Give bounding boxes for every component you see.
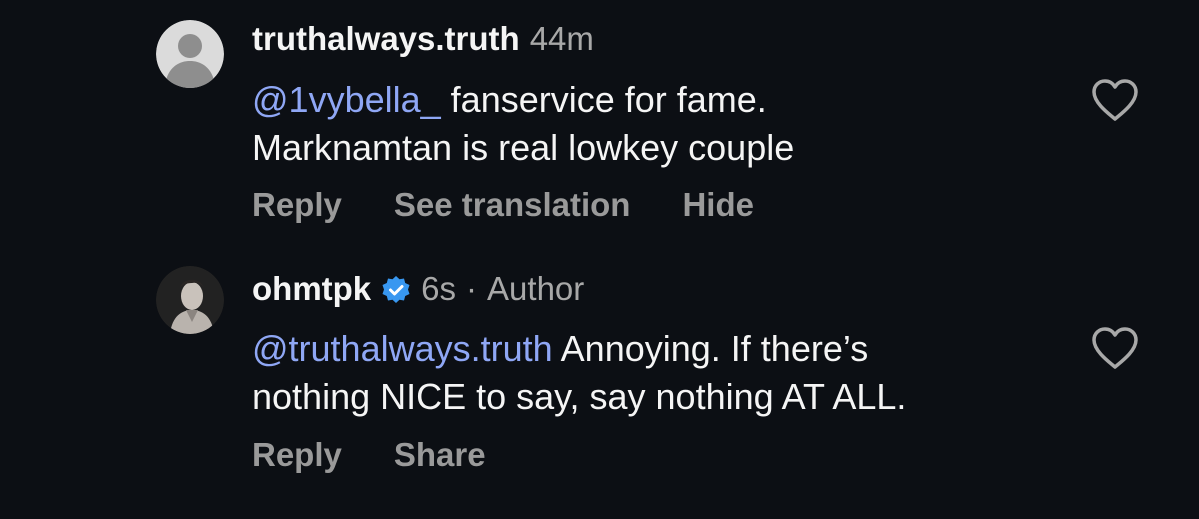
mention-link[interactable]: @truthalways.truth — [252, 328, 553, 369]
timestamp: 6s — [421, 270, 457, 307]
comment: ohmtpk 6s · Author @truthalways.truth An… — [0, 250, 1199, 519]
hide-button[interactable]: Hide — [682, 186, 754, 224]
share-button[interactable]: Share — [394, 436, 486, 474]
username[interactable]: ohmtpk — [252, 269, 371, 309]
author-label: Author — [487, 270, 585, 307]
comment-header: ohmtpk 6s · Author — [252, 269, 584, 309]
reply-button[interactable]: Reply — [252, 186, 342, 224]
reply-button[interactable]: Reply — [252, 436, 342, 474]
heart-outline-icon — [1092, 79, 1138, 121]
comment-text: @1vybella_ fanservice for fame. Marknamt… — [252, 76, 1072, 172]
avatar[interactable] — [156, 266, 224, 334]
username[interactable]: truthalways.truth — [252, 19, 520, 59]
comment-text-line1: fanservice for fame. — [450, 79, 767, 120]
comment-text: @truthalways.truth Annoying. If there’s … — [252, 325, 1072, 421]
comment-header: truthalways.truth 44m — [252, 19, 594, 59]
separator: · — [466, 270, 478, 307]
timestamp: 44m — [529, 20, 594, 57]
mention-link[interactable]: @1vybella_ — [252, 79, 441, 120]
see-translation-button[interactable]: See translation — [394, 186, 631, 224]
like-button[interactable] — [1090, 326, 1140, 370]
comment-text-line2: Marknamtan is real lowkey couple — [252, 127, 795, 168]
comment-actions: Reply Share — [252, 436, 538, 474]
comment-text-line1: Annoying. If there’s — [560, 328, 869, 369]
default-avatar-icon — [156, 20, 224, 88]
profile-photo — [156, 266, 224, 334]
avatar[interactable] — [156, 20, 224, 88]
comment-text-line2: nothing NICE to say, say nothing AT ALL. — [252, 376, 907, 417]
comment-actions: Reply See translation Hide — [252, 186, 806, 224]
heart-outline-icon — [1092, 327, 1138, 369]
comment: truthalways.truth 44m @1vybella_ fanserv… — [0, 0, 1199, 250]
verified-badge-icon — [381, 274, 411, 304]
like-button[interactable] — [1090, 78, 1140, 122]
